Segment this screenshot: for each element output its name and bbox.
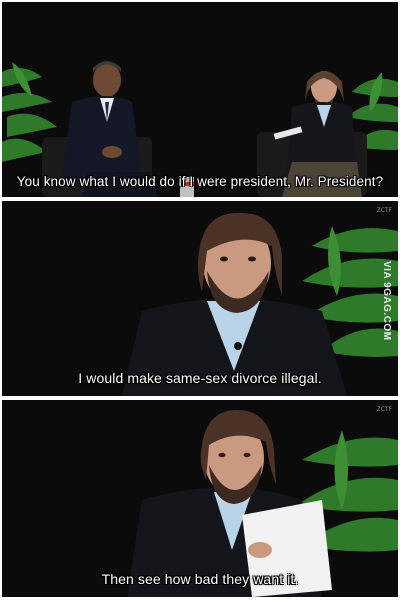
site-watermark: VIA 9GAG.COM — [381, 261, 392, 341]
corner-mark: ZCTF — [376, 207, 392, 214]
panel-1-caption: You know what I would do if I were presi… — [16, 174, 384, 189]
person-bearded — [122, 212, 347, 396]
comic-panel-3: ZCTF Then see how bad they want it. — [2, 400, 398, 597]
panel-1-illustration — [2, 61, 398, 197]
panel-2-caption: I would make same-sex divorce illegal. — [78, 370, 322, 386]
panel-3-illustration — [127, 410, 398, 597]
lapel-microphone — [234, 342, 242, 350]
panel-2-illustration — [122, 212, 398, 396]
panel-3-caption: Then see how bad they want it. — [101, 571, 299, 587]
hand — [248, 542, 272, 558]
comic-panel-2: ZCTF VIA 9GAG.COM I would make same-sex … — [2, 201, 398, 396]
comic-panel-1: You know what I would do if I were presi… — [2, 2, 398, 197]
corner-mark: ZCTF — [376, 406, 392, 413]
